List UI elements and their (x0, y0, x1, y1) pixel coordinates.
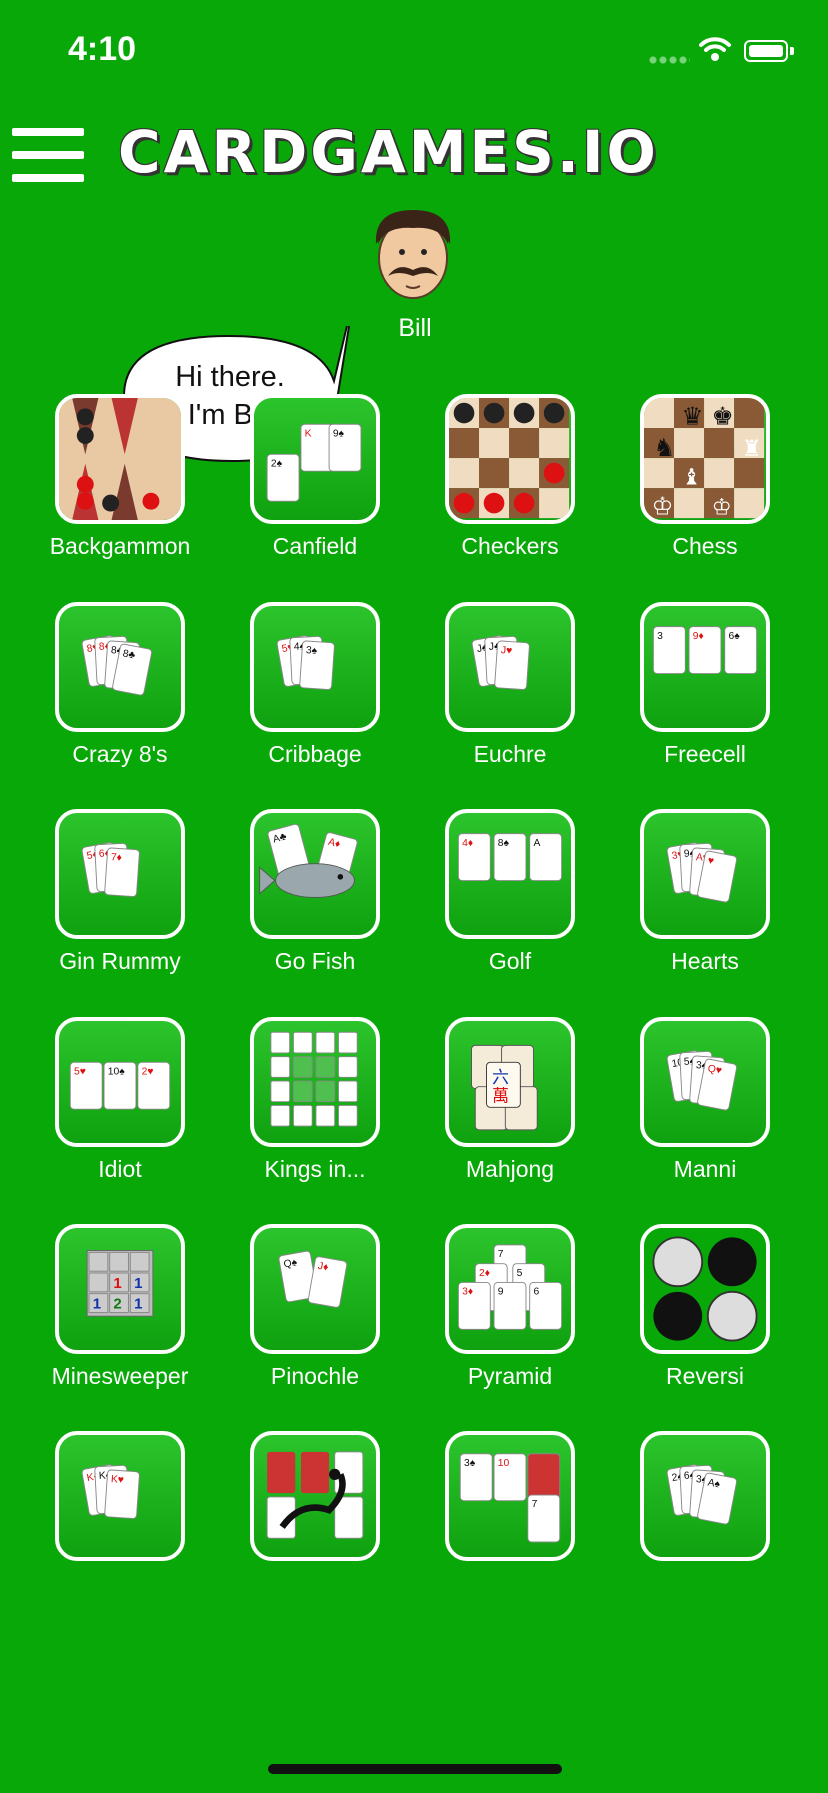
game-tile[interactable]: K♦ K♣ K♥ (55, 1431, 185, 1561)
game-label[interactable]: Pyramid (410, 1363, 610, 1390)
svg-text:2: 2 (113, 1296, 121, 1313)
game-tile[interactable]: 5♥ 10♠ 2♥ (55, 1017, 185, 1147)
svg-text:3: 3 (657, 631, 663, 642)
svg-text:1: 1 (134, 1275, 142, 1292)
svg-text:六: 六 (492, 1068, 509, 1087)
svg-text:2♠: 2♠ (271, 459, 283, 470)
svg-text:2♥: 2♥ (142, 1066, 154, 1077)
game-tile[interactable]: 8♥ 8♦ 8♣ 8♣ (55, 602, 185, 732)
game-tile[interactable] (445, 394, 575, 524)
svg-text:♚: ♚ (712, 403, 734, 430)
game-tile[interactable] (55, 394, 185, 524)
game-label[interactable]: Go Fish (215, 948, 415, 975)
game-label[interactable]: Pinochle (215, 1363, 415, 1390)
game-label[interactable]: Checkers (410, 533, 610, 560)
svg-text:7: 7 (532, 1499, 538, 1510)
game-label[interactable]: Mahjong (410, 1156, 610, 1183)
svg-text:6: 6 (533, 1287, 539, 1298)
signal-icon (648, 56, 690, 64)
game-label[interactable]: Freecell (605, 741, 805, 768)
battery-tip (790, 47, 794, 55)
game-tile[interactable] (250, 1017, 380, 1147)
svg-text:9♠: 9♠ (333, 428, 345, 439)
svg-text:K: K (305, 428, 312, 439)
svg-text:10: 10 (498, 1458, 510, 1469)
svg-text:4♦: 4♦ (462, 838, 473, 849)
svg-text:♜: ♜ (742, 436, 762, 461)
game-label[interactable]: Canfield (215, 533, 415, 560)
game-tile[interactable]: 4♦ 8♠ A (445, 809, 575, 939)
wifi-icon (699, 37, 731, 61)
svg-text:3♦: 3♦ (462, 1287, 473, 1298)
game-tile[interactable]: A♣ A♦ (250, 809, 380, 939)
game-tile[interactable]: Q♠ J♦ (250, 1224, 380, 1354)
mascot-name: Bill (398, 314, 432, 342)
status-time: 4:10 (68, 30, 137, 68)
svg-text:J♦: J♦ (317, 1261, 329, 1274)
game-label[interactable]: Idiot (20, 1156, 220, 1183)
svg-text:7♦: 7♦ (110, 852, 122, 864)
svg-text:K♥: K♥ (110, 1474, 124, 1486)
game-label[interactable]: Crazy 8's (20, 741, 220, 768)
svg-text:5♥: 5♥ (74, 1066, 86, 1077)
menu-button[interactable] (12, 128, 84, 182)
game-tile[interactable] (640, 1224, 770, 1354)
game-tile[interactable]: 7 2♦ 5 3♦ 9 6 (445, 1224, 575, 1354)
svg-text:9♦: 9♦ (693, 631, 704, 642)
battery-icon (744, 40, 788, 62)
status-bar: 4:10 (0, 0, 828, 100)
game-tile[interactable] (250, 1431, 380, 1561)
svg-text:8♠: 8♠ (498, 838, 510, 849)
game-tile[interactable]: 11121 (55, 1224, 185, 1354)
game-label[interactable]: Cribbage (215, 741, 415, 768)
bill-avatar[interactable] (368, 204, 458, 304)
game-tile[interactable]: 5♦ 6♦ 7♦ (55, 809, 185, 939)
game-label[interactable]: Chess (605, 533, 805, 560)
svg-text:1: 1 (134, 1296, 142, 1313)
home-indicator[interactable] (268, 1764, 562, 1774)
svg-text:5: 5 (517, 1268, 523, 1279)
svg-text:♞: ♞ (653, 435, 675, 462)
game-tile[interactable]: J♠ J♣ J♥ (445, 602, 575, 732)
svg-text:J♥: J♥ (500, 645, 512, 657)
svg-text:♛: ♛ (682, 403, 704, 430)
game-tile[interactable]: 5♥ 4♠ 3♠ (250, 602, 380, 732)
svg-text:A: A (533, 838, 540, 849)
game-label[interactable]: Manni (605, 1156, 805, 1183)
svg-text:1: 1 (93, 1296, 101, 1313)
svg-text:10♠: 10♠ (108, 1066, 125, 1077)
game-label[interactable]: Gin Rummy (20, 948, 220, 975)
svg-text:6♠: 6♠ (728, 631, 740, 642)
game-label[interactable]: Golf (410, 948, 610, 975)
svg-text:2♦: 2♦ (479, 1268, 490, 1279)
game-tile[interactable]: 10♠5♠3♠Q♥ (640, 1017, 770, 1147)
game-tile[interactable]: 2♠ 6♠ 3♠ A♠ (640, 1431, 770, 1561)
game-tile[interactable]: 2♠ K 9♠ (250, 394, 380, 524)
game-label[interactable]: Hearts (605, 948, 805, 975)
game-label[interactable]: Reversi (605, 1363, 805, 1390)
game-label[interactable]: Kings in... (215, 1156, 415, 1183)
svg-text:♝: ♝ (682, 464, 702, 489)
svg-text:♔: ♔ (652, 493, 674, 520)
svg-text:3♠: 3♠ (464, 1458, 476, 1469)
game-tile[interactable]: 3 9♦ 6♠ (640, 602, 770, 732)
svg-text:3♠: 3♠ (305, 645, 317, 657)
speech-line-1: Hi there. (175, 361, 285, 393)
game-label[interactable]: Backgammon (20, 533, 220, 560)
game-tile[interactable]: 六萬 (445, 1017, 575, 1147)
site-logo[interactable]: CARDGAMES.IO (118, 118, 659, 186)
game-tile[interactable]: 3♠ 10 7 (445, 1431, 575, 1561)
game-label[interactable]: Minesweeper (20, 1363, 220, 1390)
game-tile[interactable]: ♛ ♚ ♞ ♜ ♝ ♔ ♔ (640, 394, 770, 524)
game-tile[interactable]: 3♥ 9♠ A♥ ♥ (640, 809, 770, 939)
svg-text:1: 1 (113, 1275, 121, 1292)
svg-text:9: 9 (498, 1287, 504, 1298)
svg-text:7: 7 (498, 1249, 504, 1260)
game-label[interactable]: Euchre (410, 741, 610, 768)
svg-text:♔: ♔ (712, 494, 732, 519)
svg-text:萬: 萬 (492, 1087, 509, 1106)
